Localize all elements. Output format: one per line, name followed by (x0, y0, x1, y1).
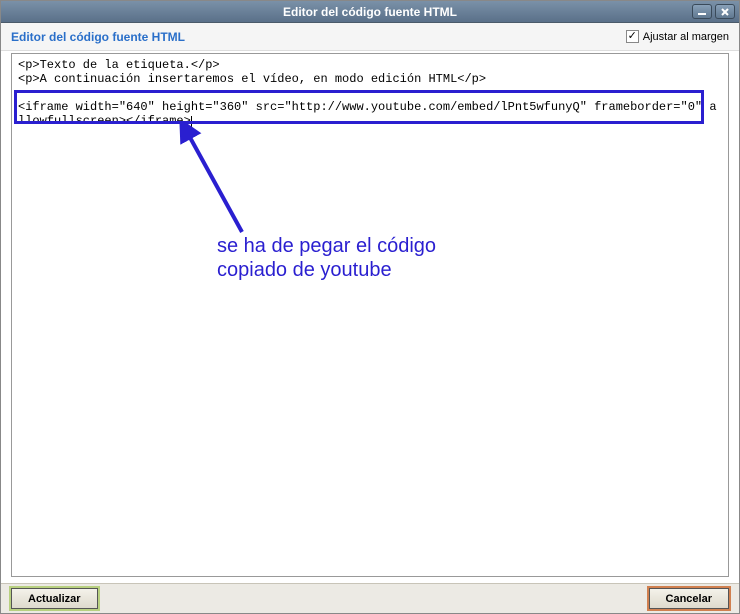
cancel-button[interactable]: Cancelar (649, 588, 729, 609)
code-line: <p>Texto de la etiqueta.</p> (18, 58, 722, 72)
titlebar-buttons (692, 4, 735, 19)
minimize-button[interactable] (692, 4, 712, 19)
close-icon (720, 7, 730, 17)
update-button[interactable]: Actualizar (11, 588, 98, 609)
source-code-textarea[interactable]: <p>Texto de la etiqueta.</p> <p>A contin… (11, 53, 729, 577)
code-line: <p>A continuación insertaremos el vídeo,… (18, 72, 722, 86)
titlebar: Editor del código fuente HTML (1, 1, 739, 23)
subheader-title: Editor del código fuente HTML (11, 30, 626, 44)
window-title: Editor del código fuente HTML (283, 5, 457, 19)
annotation-text: se ha de pegar el código copiado de yout… (217, 234, 436, 282)
button-bar: Actualizar Cancelar (1, 583, 739, 613)
close-button[interactable] (715, 4, 735, 19)
subheader: Editor del código fuente HTML ✓ Ajustar … (1, 23, 739, 51)
minimize-icon (697, 8, 707, 16)
code-iframe-line: <iframe width="640" height="360" src="ht… (18, 100, 722, 128)
text-cursor (191, 116, 192, 128)
code-blank-line (18, 86, 722, 100)
wrap-checkbox[interactable]: ✓ Ajustar al margen (626, 30, 729, 43)
checkbox-icon: ✓ (626, 30, 639, 43)
dialog-window: Editor del código fuente HTML Editor del… (0, 0, 740, 614)
annotation-arrow (172, 122, 262, 242)
wrap-checkbox-label: Ajustar al margen (643, 31, 729, 43)
